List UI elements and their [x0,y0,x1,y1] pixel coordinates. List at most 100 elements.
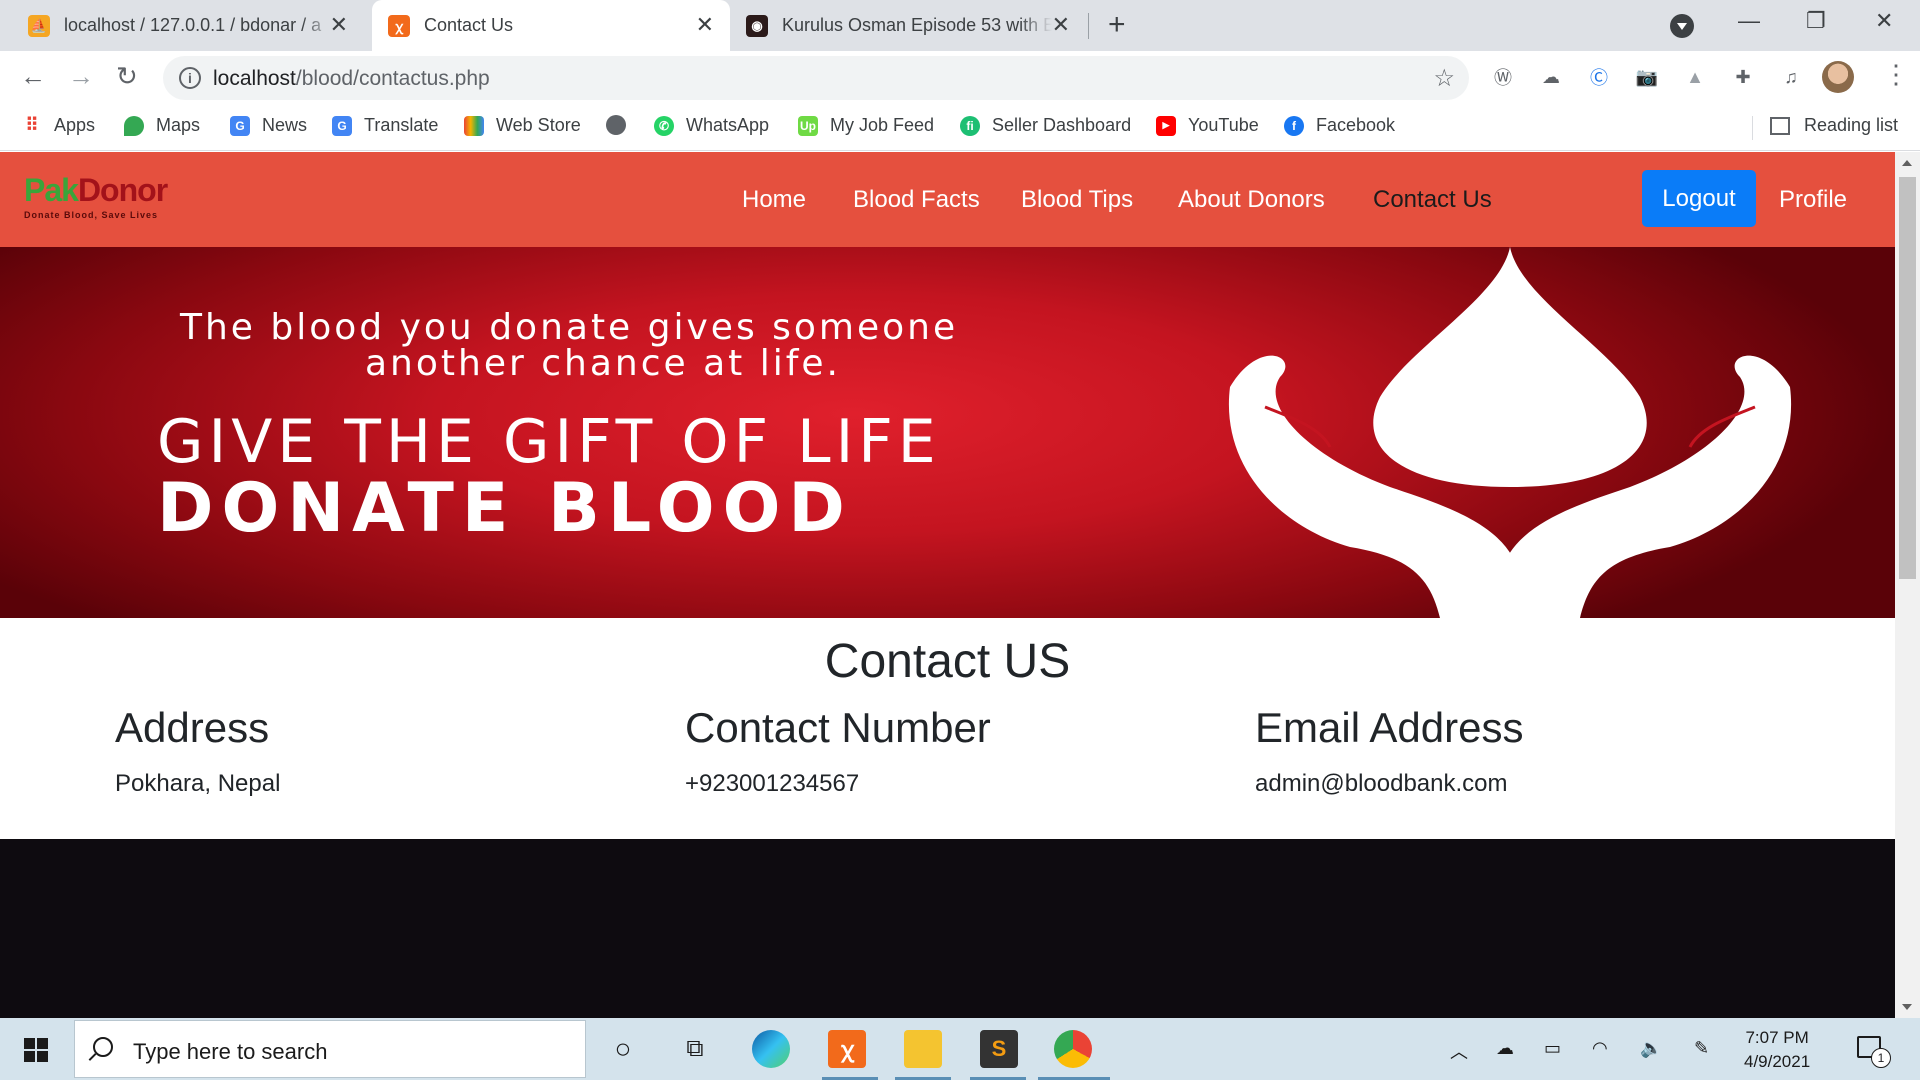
nav-home[interactable]: Home [742,186,806,214]
close-tab-icon[interactable]: ✕ [330,14,348,36]
reading-list-button[interactable]: Reading list [1770,115,1898,136]
clock-date: 4/9/2021 [1744,1052,1811,1071]
phone-value: +923001234567 [685,770,860,797]
phone-heading: Contact Number [685,704,991,751]
tab-separator [1088,13,1089,39]
hero-tagline-line1: The blood you donate gives someone [180,307,959,348]
extension-c-icon[interactable]: Ⓒ [1588,66,1610,88]
bookmarks-separator [1752,116,1753,140]
whatsapp-icon: ✆ [654,115,674,136]
close-window-icon[interactable]: ✕ [1875,8,1893,34]
extensions-puzzle-icon[interactable]: ✚ [1732,66,1754,88]
globe-icon [606,115,626,135]
xampp-taskbar-icon[interactable]: ꭓ [828,1030,866,1068]
screenshot-extension-icon[interactable]: 📷 [1636,66,1658,88]
taskbar-clock[interactable]: 7:07 PM 4/9/2021 [1744,1026,1810,1074]
blood-drop-hands-icon [1228,247,1792,618]
close-tab-icon[interactable]: ✕ [1052,14,1070,36]
phpmyadmin-icon: ⛵ [28,14,50,37]
chrome-icon[interactable] [1054,1030,1092,1068]
fiverr-icon: fi [960,115,980,136]
xampp-icon: ꭓ [388,14,410,37]
bookmark-my-job-feed[interactable]: Up My Job Feed [798,115,934,136]
scroll-down-icon[interactable] [1902,1004,1912,1010]
new-tab-icon[interactable]: + [1108,10,1126,40]
facebook-icon: f [1284,115,1304,136]
extension-a-icon[interactable]: ▲ [1684,66,1706,88]
bookmark-youtube[interactable]: ▶ YouTube [1156,115,1259,136]
bookmark-facebook[interactable]: f Facebook [1284,115,1395,136]
scrollbar-thumb[interactable] [1899,177,1916,579]
battery-icon[interactable]: ▭ [1544,1038,1561,1059]
nav-blood-facts[interactable]: Blood Facts [853,186,980,214]
email-heading: Email Address [1255,704,1524,751]
bookmark-whatsapp[interactable]: ✆ WhatsApp [654,115,769,136]
web-store-icon [464,115,484,136]
wordpress-extension-icon[interactable]: Ⓦ [1492,66,1514,88]
edge-icon[interactable] [752,1030,790,1068]
email-column: Email Address admin@bloodbank.com [1255,704,1523,798]
page-scrollbar[interactable] [1895,152,1920,1018]
hero-banner: The blood you donate gives someone anoth… [0,247,1895,618]
email-value: admin@bloodbank.com [1255,770,1508,797]
profile-link[interactable]: Profile [1779,186,1847,214]
tab-phpmyadmin[interactable]: ⛵ localhost / 127.0.0.1 / bdonar / a ✕ [28,0,364,51]
extension-cloud-icon[interactable]: ☁ [1540,66,1562,88]
url-text[interactable]: localhost/blood/contactus.php [213,67,490,91]
site-navbar: PakDonor Donate Blood, Save Lives Home B… [0,152,1895,247]
maps-pin-icon [124,115,144,136]
minimize-icon[interactable]: — [1738,8,1760,34]
tab-contact-us[interactable]: ꭓ Contact Us ✕ [372,0,730,51]
sublime-text-icon[interactable]: S [980,1030,1018,1068]
address-value: Pokhara, Nepal [115,770,281,797]
youtube-icon: ▶ [1156,115,1176,136]
notification-center-icon[interactable]: 1 [1857,1036,1891,1068]
upwork-icon: Up [798,115,818,136]
logo-tagline: Donate Blood, Save Lives [24,210,159,220]
address-column: Address Pokhara, Nepal [115,704,280,798]
browser-menu-icon[interactable]: ⋮ [1883,61,1909,87]
bookmark-seller-dashboard[interactable]: fi Seller Dashboard [960,115,1131,136]
site-logo[interactable]: PakDonor Donate Blood, Save Lives [24,172,168,220]
tab-kurulus-osman[interactable]: ◉ Kurulus Osman Episode 53 with E ✕ [746,0,1086,51]
site-footer [0,839,1895,1018]
media-control-icon[interactable]: ♫ [1780,66,1802,88]
show-hidden-icons-icon[interactable]: ︿ [1450,1038,1468,1064]
scroll-up-icon[interactable] [1902,160,1912,166]
hero-headline: GIVE THE GIFT OF LIFE [157,407,941,477]
hero-tagline-line2: another chance at life. [365,343,841,384]
site-info-icon[interactable]: i [179,67,201,89]
taskbar-search[interactable]: Type here to search [74,1020,586,1078]
reload-icon[interactable]: ↻ [116,63,138,89]
address-bar[interactable]: i localhost/blood/contactus.php ☆ [163,56,1469,100]
bookmarks-bar: ⠿ Apps Maps G News G Translate Web Store ✆ W… [0,104,1920,151]
bookmark-web-store[interactable]: Web Store [464,115,581,136]
wifi-icon[interactable]: ◠ [1592,1038,1608,1059]
address-heading: Address [115,704,270,751]
bookmark-star-icon[interactable]: ☆ [1433,64,1455,93]
tab-search-icon[interactable] [1670,14,1694,38]
task-view-icon[interactable]: ⧉ [676,1030,714,1068]
nav-blood-tips[interactable]: Blood Tips [1021,186,1133,214]
apps-grid-icon: ⠿ [25,115,39,135]
bookmark-globe[interactable] [606,115,638,135]
logout-button[interactable]: Logout [1642,170,1756,227]
bookmark-apps[interactable]: ⠿ Apps [22,115,95,136]
volume-icon[interactable]: 🔈 [1640,1038,1662,1059]
forward-icon[interactable]: → [68,63,94,89]
pen-icon[interactable]: ✎ [1694,1038,1709,1059]
back-icon[interactable]: ← [20,63,46,89]
start-windows-icon[interactable] [24,1038,48,1062]
bookmark-news[interactable]: G News [230,115,307,136]
restore-icon[interactable]: ❐ [1806,8,1826,34]
hero-subheadline: DONATE BLOOD [157,469,853,548]
nav-about-donors[interactable]: About Donors [1178,186,1325,214]
bookmark-maps[interactable]: Maps [124,115,200,136]
onedrive-icon[interactable]: ☁ [1496,1038,1514,1059]
file-explorer-icon[interactable] [904,1030,942,1068]
profile-avatar[interactable] [1822,61,1854,93]
nav-contact-us[interactable]: Contact Us [1373,186,1492,214]
bookmark-translate[interactable]: G Translate [332,115,438,136]
close-tab-icon[interactable]: ✕ [696,14,714,36]
cortana-icon[interactable]: ○ [604,1030,642,1068]
